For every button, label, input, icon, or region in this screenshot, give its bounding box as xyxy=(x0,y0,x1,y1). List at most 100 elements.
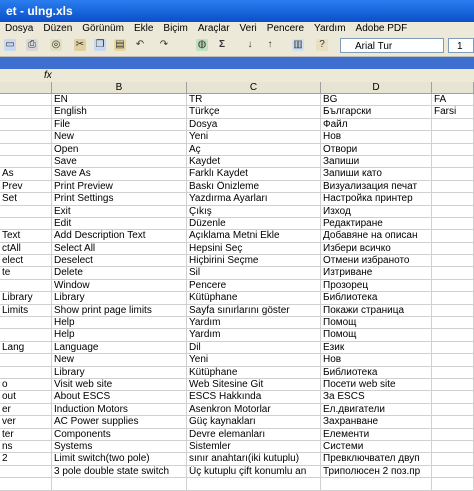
cell-a[interactable] xyxy=(0,329,52,342)
cell-b[interactable]: Save As xyxy=(52,168,187,181)
cell-c[interactable]: Dosya xyxy=(187,118,321,132)
cell-c[interactable]: Güç kaynakları xyxy=(187,416,321,429)
paste-icon[interactable]: ▤ xyxy=(114,39,126,51)
cell-d[interactable]: Елементи xyxy=(321,428,432,441)
cell-d[interactable]: Нов xyxy=(321,131,432,144)
cell-c[interactable]: Yardım xyxy=(187,329,321,342)
cell-d[interactable]: Прозорец xyxy=(321,279,432,293)
sort-asc-icon[interactable]: ↓ xyxy=(244,39,256,51)
cell-c[interactable]: Yeni xyxy=(187,354,321,367)
cell-a[interactable]: 2 xyxy=(0,453,52,466)
cell-c[interactable]: Aç xyxy=(187,143,321,156)
cell-d[interactable]: Помощ xyxy=(321,317,432,330)
cell-c[interactable]: Çıkış xyxy=(187,205,321,218)
cell-b[interactable]: Induction Motors xyxy=(52,403,187,417)
cell-e[interactable] xyxy=(432,354,474,367)
cell-c[interactable]: sınır anahtarı(iki kutuplu) xyxy=(187,453,321,466)
cell-e[interactable] xyxy=(432,242,474,256)
cell-d[interactable]: BG xyxy=(321,94,432,107)
print-icon[interactable]: ⎙ xyxy=(26,39,38,51)
cell-b[interactable]: Print Preview xyxy=(52,180,187,194)
cell-e[interactable] xyxy=(432,317,474,330)
menu-pencere[interactable]: Pencere xyxy=(262,22,309,36)
cell-d[interactable]: Отмени избраното xyxy=(321,255,432,268)
cell-b[interactable]: Language xyxy=(52,341,187,355)
cell-c[interactable]: Sil xyxy=(187,267,321,280)
cell-b[interactable] xyxy=(52,478,187,491)
cell-a[interactable] xyxy=(0,217,52,231)
cell-e[interactable] xyxy=(432,255,474,268)
menu-gorunum[interactable]: Görünüm xyxy=(77,22,129,36)
menu-araclar[interactable]: Araçlar xyxy=(193,22,235,36)
cell-a[interactable]: Lang xyxy=(0,341,52,355)
cell-b[interactable]: Print Settings xyxy=(52,193,187,206)
cell-e[interactable]: FA xyxy=(432,94,474,107)
redo-icon[interactable]: ↷ xyxy=(158,39,170,51)
cell-d[interactable]: Помощ xyxy=(321,329,432,342)
cell-b[interactable]: Help xyxy=(52,317,187,330)
cell-b[interactable]: English xyxy=(52,106,187,119)
chart-icon[interactable]: ▥ xyxy=(292,39,304,51)
cell-c[interactable]: Yeni xyxy=(187,131,321,144)
cell-b[interactable]: Open xyxy=(52,143,187,156)
cell-c[interactable]: Yardım xyxy=(187,317,321,330)
cell-c[interactable]: Üç kutuplu çift konumlu an xyxy=(187,465,321,479)
cell-d[interactable]: Посети web site xyxy=(321,378,432,392)
preview-icon[interactable]: ◎ xyxy=(50,39,62,51)
cell-a[interactable] xyxy=(0,131,52,144)
cell-e[interactable] xyxy=(432,230,474,243)
cell-e[interactable] xyxy=(432,143,474,156)
cell-e[interactable] xyxy=(432,180,474,194)
column-header-a[interactable] xyxy=(0,82,52,94)
cell-e[interactable] xyxy=(432,217,474,231)
cell-b[interactable]: Library xyxy=(52,292,187,305)
cell-c[interactable]: Pencere xyxy=(187,279,321,293)
cell-a[interactable]: As xyxy=(0,168,52,181)
cell-d[interactable]: Визуализация печат xyxy=(321,180,432,194)
cell-d[interactable]: Отвори xyxy=(321,143,432,156)
cell-b[interactable]: Deselect xyxy=(52,255,187,268)
cell-c[interactable]: Dil xyxy=(187,341,321,355)
cell-b[interactable]: File xyxy=(52,118,187,132)
cell-c[interactable]: Kütüphane xyxy=(187,366,321,379)
cell-a[interactable]: ctAll xyxy=(0,242,52,256)
cell-c[interactable]: Kütüphane xyxy=(187,292,321,305)
cell-c[interactable]: Açıklama Metni Ekle xyxy=(187,230,321,243)
cell-d[interactable]: Файл xyxy=(321,118,432,132)
help-icon[interactable]: ? xyxy=(316,39,328,51)
cell-d[interactable]: Добавяне на описан xyxy=(321,230,432,243)
cell-a[interactable]: er xyxy=(0,403,52,417)
cell-d[interactable]: Ел.двигатели xyxy=(321,403,432,417)
cell-a[interactable] xyxy=(0,205,52,218)
column-header-b[interactable]: B xyxy=(52,82,187,94)
cell-c[interactable]: Hepsini Seç xyxy=(187,242,321,256)
cell-c[interactable]: Türkçe xyxy=(187,106,321,119)
cell-c[interactable]: Kaydet xyxy=(187,155,321,169)
cell-c[interactable]: Web Sitesine Git xyxy=(187,378,321,392)
cell-b[interactable]: Add Description Text xyxy=(52,230,187,243)
cell-a[interactable] xyxy=(0,478,52,491)
cell-d[interactable]: Библиотека xyxy=(321,366,432,379)
cell-e[interactable] xyxy=(432,304,474,318)
column-header-d[interactable]: D xyxy=(321,82,432,94)
cell-a[interactable] xyxy=(0,94,52,107)
font-size-select[interactable]: 1 xyxy=(448,38,474,53)
cell-a[interactable] xyxy=(0,155,52,169)
cell-d[interactable]: Захранване xyxy=(321,416,432,429)
cell-e[interactable] xyxy=(432,366,474,379)
cell-a[interactable] xyxy=(0,354,52,367)
cell-e[interactable] xyxy=(432,341,474,355)
font-name-select[interactable]: Arial Tur xyxy=(340,38,444,53)
cell-b[interactable]: New xyxy=(52,131,187,144)
cell-a[interactable] xyxy=(0,118,52,132)
cell-c[interactable]: Sayfa sınırlarını göster xyxy=(187,304,321,318)
cell-d[interactable]: Настройка принтер xyxy=(321,193,432,206)
cell-b[interactable]: Visit web site xyxy=(52,378,187,392)
cell-c[interactable]: TR xyxy=(187,94,321,107)
cell-a[interactable] xyxy=(0,366,52,379)
cell-d[interactable]: Изтриване xyxy=(321,267,432,280)
cut-icon[interactable]: ✂ xyxy=(74,39,86,51)
menu-ekle[interactable]: Ekle xyxy=(129,22,158,36)
cell-a[interactable] xyxy=(0,279,52,293)
cell-a[interactable]: Library xyxy=(0,292,52,305)
